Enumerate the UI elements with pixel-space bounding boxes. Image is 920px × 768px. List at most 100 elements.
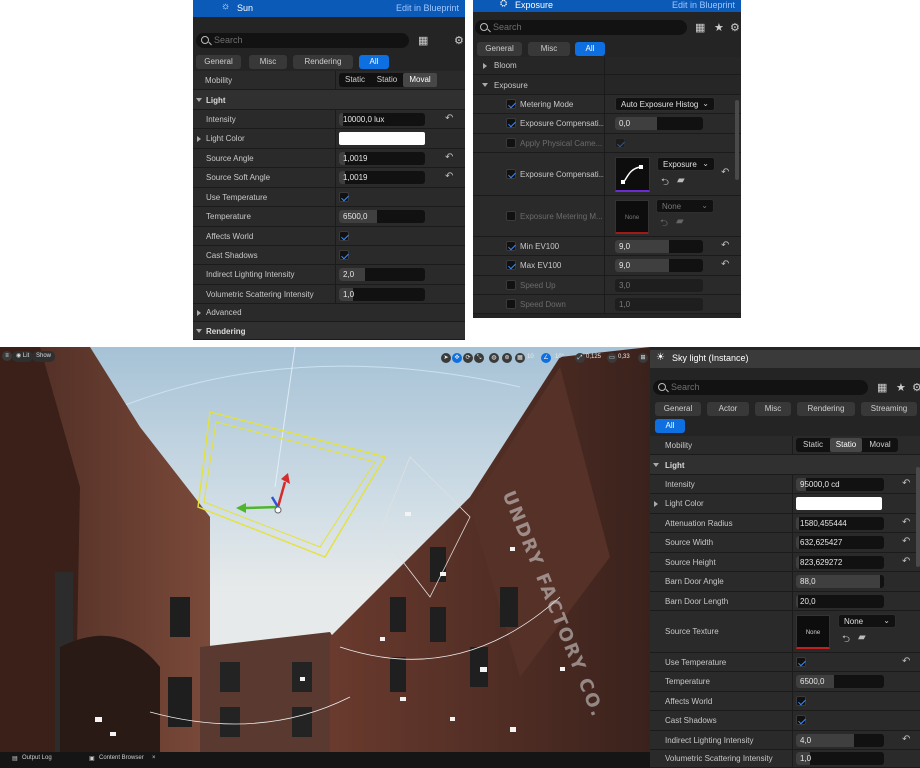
tab-misc[interactable]: Misc (528, 42, 570, 56)
tab-general[interactable]: General (477, 42, 522, 56)
speed-up-field[interactable]: 3,0 (615, 279, 703, 292)
override-checkbox[interactable] (506, 211, 516, 221)
tab-misc[interactable]: Misc (755, 402, 791, 416)
viewport-menu-icon[interactable]: ≡ (2, 351, 12, 361)
angle-snap-value[interactable]: 10° (555, 354, 564, 360)
grid-view-icon[interactable]: ▦ (695, 21, 705, 34)
grid-view-icon[interactable]: ▦ (418, 34, 428, 47)
temperature-field[interactable]: 6500,0 (796, 675, 884, 688)
scrollbar-thumb[interactable] (916, 467, 920, 567)
reset-arrow-icon[interactable]: ↶ (902, 517, 910, 528)
mobility-static[interactable]: Static (796, 438, 830, 452)
use-selected-arrow-icon[interactable]: ⮌ (661, 175, 669, 192)
favorite-star-icon[interactable]: ★ (714, 21, 724, 34)
volumetric-field[interactable]: 1,0 (796, 752, 884, 765)
skylight-light-section[interactable]: Light (650, 455, 920, 475)
override-checkbox[interactable] (506, 99, 516, 109)
expand-arrow-icon[interactable] (654, 501, 658, 507)
indirect-lighting-field[interactable]: 4,0 (796, 734, 884, 747)
override-checkbox[interactable] (506, 138, 516, 148)
exposure-edit-blueprint-link[interactable]: Edit in Blueprint (672, 0, 735, 10)
scale-snap-value[interactable]: 0,125 (586, 354, 601, 360)
grid-snap-value[interactable]: 10 (527, 354, 534, 360)
tab-actor[interactable]: Actor (707, 402, 749, 416)
camera-speed-value[interactable]: 0,33 (618, 354, 630, 360)
reset-arrow-icon[interactable]: ↶ (902, 656, 910, 667)
tab-all[interactable]: All (359, 55, 389, 69)
exposure-search-input[interactable]: Search (475, 20, 687, 35)
override-checkbox[interactable] (506, 280, 516, 290)
texture-asset-dropdown[interactable]: None ⌄ (656, 199, 714, 213)
intensity-field[interactable]: 95000,0 cd (796, 478, 884, 491)
tab-all[interactable]: All (655, 419, 685, 433)
light-color-swatch[interactable] (796, 497, 882, 510)
reset-arrow-icon[interactable]: ↶ (902, 478, 910, 489)
min-ev100-field[interactable]: 9,0 (615, 240, 703, 253)
reset-arrow-icon[interactable]: ↶ (721, 240, 729, 251)
settings-gear-icon[interactable]: ⚙ (730, 21, 740, 34)
sun-light-section[interactable]: Light (193, 90, 465, 110)
select-mode-icon[interactable]: ➤ (441, 353, 451, 363)
tab-misc[interactable]: Misc (249, 55, 287, 69)
barn-door-length-field[interactable]: 20,0 (796, 595, 884, 608)
use-temperature-checkbox[interactable] (796, 657, 806, 667)
reset-arrow-icon[interactable]: ↶ (721, 259, 729, 270)
tab-general[interactable]: General (196, 55, 241, 69)
affects-world-checkbox[interactable] (796, 696, 806, 706)
tab-rendering[interactable]: Rendering (293, 55, 353, 69)
intensity-field[interactable]: 10000,0 lux (339, 113, 425, 126)
show-flags-button[interactable]: Show (32, 351, 56, 362)
skylight-search-input[interactable]: Search (653, 380, 868, 395)
viewport-layout-icon[interactable]: ⊞ (638, 353, 648, 363)
indirect-lighting-field[interactable]: 2,0 (339, 268, 425, 281)
reset-arrow-icon[interactable]: ↶ (445, 171, 453, 182)
rotate-mode-icon[interactable]: ⟳ (463, 353, 473, 363)
use-selected-arrow-icon[interactable]: ⮌ (660, 216, 668, 233)
content-browser-tab[interactable]: Content Browser (99, 755, 144, 761)
source-angle-field[interactable]: 1,0019 (339, 152, 425, 165)
source-height-field[interactable]: 823,629272 (796, 556, 884, 569)
source-width-field[interactable]: 632,625427 (796, 536, 884, 549)
use-selected-arrow-icon[interactable]: ⮌ (842, 632, 850, 649)
tab-all[interactable]: All (575, 42, 605, 56)
grid-view-icon[interactable]: ▦ (877, 381, 887, 394)
browse-folder-icon[interactable]: ▰ (858, 632, 866, 643)
grid-snap-icon[interactable]: ▦ (515, 353, 525, 363)
sun-rendering-section[interactable]: Rendering (193, 322, 465, 340)
tab-general[interactable]: General (655, 402, 701, 416)
tab-streaming[interactable]: Streaming (861, 402, 917, 416)
output-log-tab[interactable]: Output Log (22, 755, 52, 761)
mobility-stationary[interactable]: Statio (830, 438, 862, 452)
affects-world-checkbox[interactable] (339, 231, 349, 241)
reset-arrow-icon[interactable]: ↶ (445, 113, 453, 124)
override-checkbox[interactable] (506, 169, 516, 179)
source-soft-angle-field[interactable]: 1,0019 (339, 171, 425, 184)
curve-thumbnail[interactable] (615, 157, 650, 192)
texture-asset-dropdown[interactable]: None ⌄ (838, 614, 896, 628)
mobility-movable[interactable]: Moval (862, 438, 898, 452)
sun-edit-blueprint-link[interactable]: Edit in Blueprint (396, 3, 459, 13)
sun-advanced-section[interactable]: Advanced (193, 304, 465, 322)
settings-gear-icon[interactable]: ⚙ (912, 381, 920, 394)
angle-snap-icon[interactable]: ∠ (541, 353, 551, 363)
browse-folder-icon[interactable]: ▰ (677, 175, 685, 186)
max-ev100-field[interactable]: 9,0 (615, 259, 703, 272)
cast-shadows-checkbox[interactable] (796, 715, 806, 725)
close-icon[interactable]: × (152, 755, 156, 761)
attenuation-radius-field[interactable]: 1580,455444 (796, 517, 884, 530)
reset-arrow-icon[interactable]: ↶ (721, 167, 729, 178)
sun-search-input[interactable]: Search (196, 33, 409, 48)
volumetric-field[interactable]: 1,0 (339, 288, 425, 301)
translate-mode-icon[interactable]: ✥ (452, 353, 462, 363)
texture-thumbnail[interactable]: None (796, 615, 830, 649)
mobility-selector[interactable]: Static Statio Moval (796, 438, 898, 452)
sun-title-bar[interactable]: ☼ Sun Edit in Blueprint (193, 0, 465, 17)
mobility-stationary[interactable]: Statio (371, 73, 403, 87)
bloom-section[interactable]: Bloom (473, 57, 741, 75)
exposure-section[interactable]: Exposure (473, 75, 741, 95)
exposure-title-bar[interactable]: ⛭ Exposure Edit in Blueprint (473, 0, 741, 12)
curve-asset-dropdown[interactable]: Exposure ⌄ (657, 157, 715, 171)
scale-snap-icon[interactable]: ⤢ (575, 353, 585, 363)
browse-folder-icon[interactable]: ▰ (676, 216, 684, 227)
view-mode-lit-button[interactable]: ◉ Lit (12, 351, 34, 362)
